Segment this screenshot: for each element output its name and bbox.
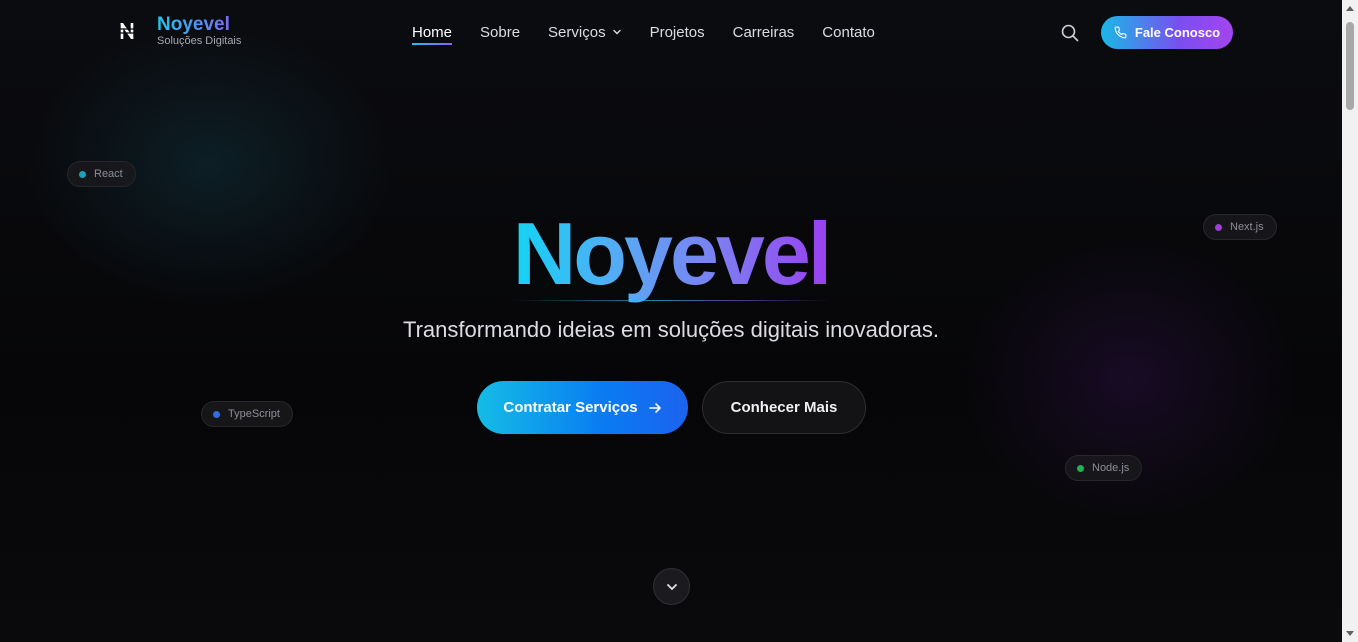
scroll-up-arrow-icon[interactable]: [1342, 0, 1358, 16]
hero-title: Noyevel: [0, 204, 1342, 304]
learn-more-button[interactable]: Conhecer Mais: [702, 381, 866, 434]
tag-label: TypeScript: [228, 408, 280, 420]
tag-dot: [79, 170, 86, 178]
contact-button-label: Fale Conosco: [1134, 25, 1221, 40]
scroll-down-button[interactable]: [653, 568, 690, 605]
main-menu: Home Sobre Serviços Projetos Carreiras C…: [412, 22, 903, 45]
nav-home[interactable]: Home: [412, 22, 453, 45]
brand-tagline: Soluções Digitais: [157, 35, 242, 47]
scroll-down-arrow-icon[interactable]: [1342, 626, 1358, 642]
search-icon[interactable]: [1060, 23, 1080, 43]
scrollbar-thumb[interactable]: [1346, 22, 1354, 110]
n-logo-icon: [118, 22, 136, 40]
chevron-down-icon: [665, 580, 679, 594]
tag-dot: [1077, 464, 1084, 472]
nav-sobre[interactable]: Sobre: [480, 22, 520, 42]
hero-title-text: Noyevel: [512, 204, 833, 303]
tag-label: Node.js: [1092, 462, 1130, 474]
hire-services-button[interactable]: Contratar Serviços: [477, 381, 688, 434]
hire-services-label: Contratar Serviços: [503, 399, 638, 416]
tag-dot: [213, 410, 220, 418]
hero-subtitle: Transformando ideias em soluções digitai…: [402, 317, 939, 342]
nav-projetos[interactable]: Projetos: [650, 22, 705, 42]
chevron-down-icon: [612, 27, 622, 37]
arrow-right-icon: [648, 401, 662, 415]
navbar: Noyevel Soluções Digitais Home Sobre Ser…: [0, 0, 1342, 64]
contact-button[interactable]: Fale Conosco: [1101, 16, 1233, 49]
nav-servicos-label: Serviços: [548, 23, 606, 41]
brand[interactable]: Noyevel Soluções Digitais: [118, 15, 241, 47]
nav-servicos[interactable]: Serviços: [548, 22, 622, 42]
tag-typescript: TypeScript: [201, 401, 293, 427]
tag-react: React: [67, 161, 136, 187]
hero-divider: [511, 300, 831, 301]
landing-page: Noyevel Soluções Digitais Home Sobre Ser…: [0, 0, 1358, 642]
page-scrollbar[interactable]: [1342, 0, 1358, 642]
phone-icon: [1114, 26, 1127, 39]
tag-nodejs: Node.js: [1065, 455, 1143, 481]
nav-carreiras[interactable]: Carreiras: [733, 22, 795, 42]
tag-label: React: [94, 168, 123, 180]
nav-contato[interactable]: Contato: [822, 22, 875, 42]
brand-name: Noyevel: [157, 15, 241, 35]
